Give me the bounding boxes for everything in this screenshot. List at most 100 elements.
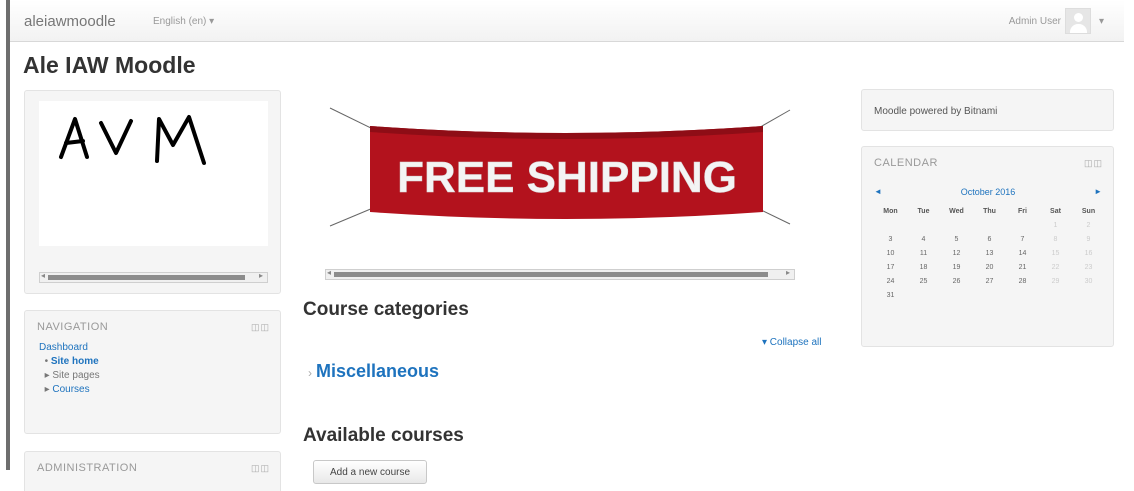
window-edge <box>6 0 10 470</box>
previous-month-icon[interactable]: ◄ <box>874 187 882 197</box>
calendar-day: 11 <box>919 249 928 257</box>
calendar-day: 31 <box>886 291 895 299</box>
nav-item-courses[interactable]: ▸ Courses <box>39 383 100 397</box>
calendar-week: 31 <box>874 288 1105 302</box>
avm-handwritten-logo <box>59 115 206 165</box>
calendar-week: 1 2 <box>874 218 1105 232</box>
calendar-day: 28 <box>1018 277 1027 285</box>
nav-item-site-home[interactable]: • Site home <box>39 355 100 369</box>
calendar-day <box>907 288 940 302</box>
scroll-left-icon[interactable]: ◂ <box>41 271 45 280</box>
scroll-left-icon[interactable]: ◂ <box>327 268 331 277</box>
logo-image <box>39 101 268 246</box>
block-dock-icon[interactable]: ◫◫ <box>251 463 270 474</box>
navigation-tree: Dashboard • Site home ▸ Site pages ▸ Cou… <box>39 341 100 397</box>
calendar-day <box>1072 288 1105 302</box>
calendar-day: 6 <box>987 235 992 243</box>
banner-horizontal-scrollbar[interactable]: ◂ ▸ <box>325 268 795 280</box>
calendar-day <box>874 218 907 232</box>
weekday-label: Thu <box>983 207 996 215</box>
nav-item-label[interactable]: Site home <box>51 356 99 367</box>
banner-text: FREE SHIPPING <box>397 153 737 202</box>
calendar-day: 15 <box>1051 249 1060 257</box>
calendar-day: 3 <box>888 235 893 243</box>
next-month-icon[interactable]: ► <box>1094 187 1102 197</box>
calendar-day: 13 <box>985 249 994 257</box>
available-courses-heading: Available courses <box>303 425 464 446</box>
calendar-header: ◄ October 2016 ► <box>874 187 1102 197</box>
scrollbar-thumb[interactable] <box>48 275 245 280</box>
calendar-day: 22 <box>1051 263 1060 271</box>
calendar-week: 24 25 26 27 28 29 30 <box>874 274 1105 288</box>
calendar-day: 12 <box>952 249 961 257</box>
nav-item-dashboard[interactable]: Dashboard <box>39 341 100 355</box>
calendar-day: 23 <box>1084 263 1093 271</box>
scroll-right-icon[interactable]: ▸ <box>259 271 263 280</box>
scroll-right-icon[interactable]: ▸ <box>786 268 790 277</box>
block-dock-icon[interactable]: ◫◫ <box>1084 158 1103 169</box>
nav-item-site-pages[interactable]: ▸ Site pages <box>39 369 100 383</box>
calendar-day: 27 <box>985 277 994 285</box>
calendar-day: 21 <box>1018 263 1027 271</box>
language-menu[interactable]: English (en) ▾ <box>153 16 214 27</box>
weekday-label: Wed <box>949 207 964 215</box>
calendar-day <box>940 288 973 302</box>
user-name[interactable]: Admin User <box>1009 16 1061 27</box>
bullet-icon: • <box>44 356 49 367</box>
avatar[interactable] <box>1064 8 1091 34</box>
navigation-block: NAVIGATION ◫◫ Dashboard • Site home ▸ Si… <box>24 310 281 434</box>
calendar-day: 19 <box>952 263 961 271</box>
block-dock-icon[interactable]: ◫◫ <box>251 322 270 333</box>
logo-horizontal-scrollbar[interactable]: ◂ ▸ <box>39 271 268 283</box>
calendar-day: 26 <box>952 277 961 285</box>
free-shipping-banner: FREE SHIPPING <box>329 107 791 227</box>
weekday-label: Sat <box>1050 207 1061 215</box>
course-categories-heading: Course categories <box>303 299 469 320</box>
calendar-month-link[interactable]: October 2016 <box>961 187 1016 197</box>
calendar-grid: Mon Tue Wed Thu Fri Sat Sun 1 2 3 4 5 6 … <box>874 204 1105 302</box>
calendar-day: 2 <box>1086 221 1091 229</box>
page-title: Ale IAW Moodle <box>23 52 196 78</box>
weekday-label: Fri <box>1018 207 1027 215</box>
calendar-day: 7 <box>1020 235 1025 243</box>
nav-item-label[interactable]: Dashboard <box>39 342 88 353</box>
powered-by-block: Moodle powered by Bitnami <box>861 89 1114 131</box>
administration-title: ADMINISTRATION <box>37 462 138 474</box>
calendar-day: 8 <box>1053 235 1058 243</box>
calendar-week: 10 11 12 13 14 15 16 <box>874 246 1105 260</box>
weekday-row: Mon Tue Wed Thu Fri Sat Sun <box>874 204 1105 218</box>
category-link[interactable]: Miscellaneous <box>316 361 439 381</box>
calendar-day <box>1039 288 1072 302</box>
calendar-title: CALENDAR <box>874 157 938 169</box>
calendar-day <box>973 218 1006 232</box>
calendar-day: 30 <box>1084 277 1093 285</box>
scrollbar-thumb[interactable] <box>334 272 768 277</box>
logo-block: ◂ ▸ <box>24 90 281 294</box>
calendar-day: 18 <box>919 263 928 271</box>
calendar-day: 9 <box>1086 235 1091 243</box>
chevron-right-icon[interactable]: › <box>308 366 312 380</box>
category-miscellaneous[interactable]: › Miscellaneous <box>308 361 439 382</box>
calendar-day <box>973 288 1006 302</box>
chevron-down-icon[interactable]: ▾ <box>1099 16 1104 27</box>
calendar-day <box>1006 218 1039 232</box>
site-brand-link[interactable]: aleiawmoodle <box>24 13 116 30</box>
nav-item-label[interactable]: Site pages <box>52 370 99 381</box>
calendar-day: 25 <box>919 277 928 285</box>
calendar-day <box>1006 288 1039 302</box>
weekday-label: Tue <box>917 207 930 215</box>
chevron-right-icon[interactable]: ▸ <box>45 384 50 395</box>
calendar-week: 3 4 5 6 7 8 9 <box>874 232 1105 246</box>
weekday-label: Sun <box>1081 207 1096 215</box>
collapse-all-link[interactable]: ▾ Collapse all <box>762 337 822 348</box>
chevron-right-icon[interactable]: ▸ <box>45 370 50 381</box>
calendar-day: 4 <box>921 235 926 243</box>
calendar-week: 17 18 19 20 21 22 23 <box>874 260 1105 274</box>
calendar-day <box>940 218 973 232</box>
calendar-day: 1 <box>1053 221 1058 229</box>
add-new-course-button[interactable]: Add a new course <box>313 460 427 484</box>
user-menu[interactable]: Admin User ▾ <box>1009 8 1104 34</box>
nav-item-label[interactable]: Courses <box>52 384 89 395</box>
weekday-label: Mon <box>883 207 898 215</box>
powered-by-text: Moodle powered by Bitnami <box>874 106 998 117</box>
